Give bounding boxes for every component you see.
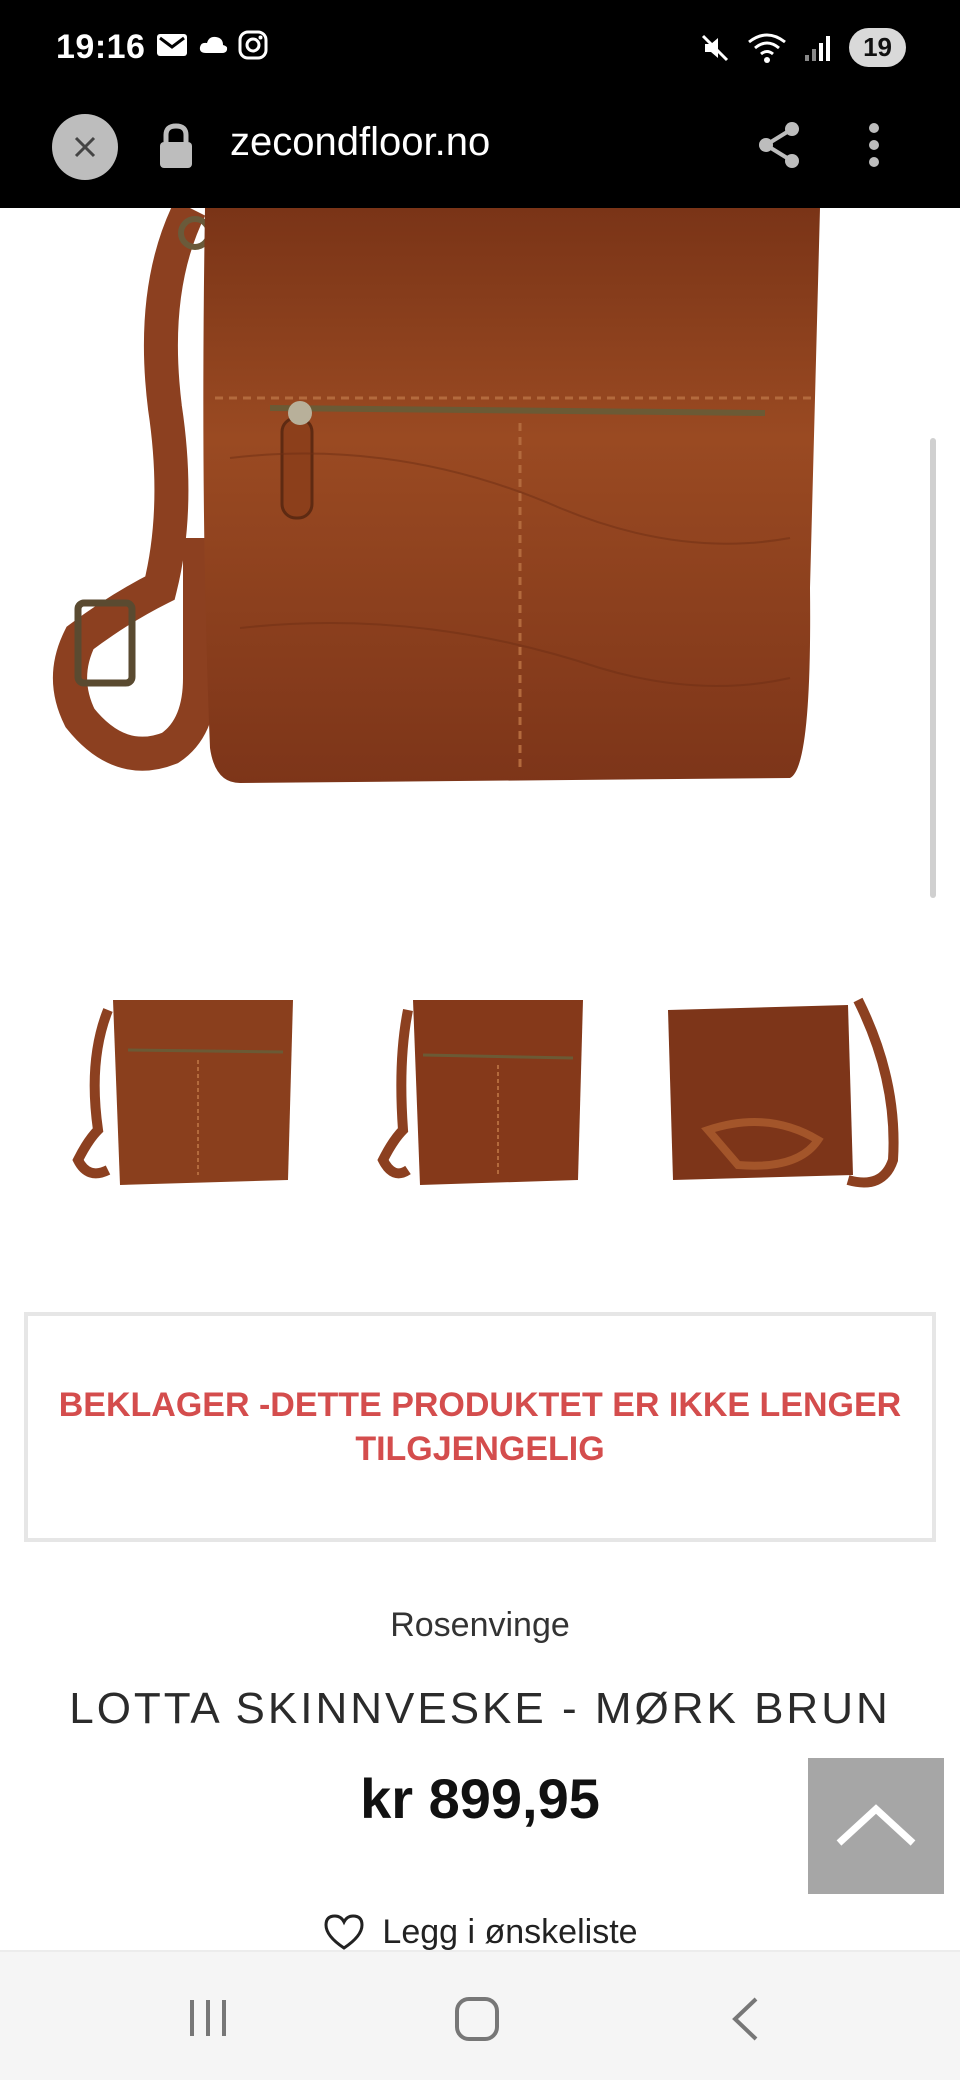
scrollbar[interactable] <box>930 438 936 898</box>
status-icons-right: 19 <box>699 28 906 67</box>
close-icon <box>74 136 96 158</box>
unavailable-notice-text: BEKLAGER -DETTE PRODUKTET ER IKKE LENGER… <box>58 1386 902 1468</box>
share-icon[interactable] <box>756 120 802 170</box>
battery-indicator: 19 <box>849 28 906 67</box>
thumbnail-bag-side <box>377 1000 583 1185</box>
cloud-icon <box>199 36 228 53</box>
more-options-icon[interactable] <box>862 120 886 170</box>
product-title: LOTTA SKINNVESKE - MØRK BRUN <box>69 1684 891 1733</box>
thumbnail-side[interactable] <box>348 980 608 1210</box>
heart-icon <box>324 1914 364 1950</box>
thumbnail-front[interactable] <box>48 980 308 1210</box>
unavailable-notice: BEKLAGER -DETTE PRODUKTET ER IKKE LENGER… <box>24 1312 936 1542</box>
back-icon[interactable] <box>730 1996 760 2042</box>
status-bar: 19:16 19 <box>0 0 960 100</box>
mail-icon <box>157 34 187 56</box>
wishlist-label: Legg i ønskeliste <box>382 1912 638 1951</box>
product-image-main[interactable] <box>0 208 960 928</box>
close-tab-button[interactable] <box>52 114 118 180</box>
thumbnail-bag-back <box>668 997 899 1188</box>
system-navigation-bar <box>0 1950 960 2080</box>
scroll-to-top-button[interactable] <box>808 1758 944 1894</box>
wifi-icon <box>748 33 786 63</box>
leather-bag-illustration <box>53 208 821 783</box>
thumbnail-back[interactable] <box>648 980 908 1210</box>
status-time: 19:16 <box>56 28 146 66</box>
browser-toolbar: zecondfloor.no <box>0 100 960 208</box>
product-brand[interactable]: Rosenvinge <box>0 1606 960 1645</box>
thumbnail-strip <box>0 980 960 1210</box>
home-icon[interactable] <box>454 1996 500 2042</box>
status-icons-left <box>156 30 268 60</box>
instagram-icon <box>238 30 268 60</box>
add-to-wishlist-button[interactable]: Legg i ønskeliste <box>0 1912 960 1952</box>
url-bar[interactable]: zecondfloor.no <box>230 120 490 165</box>
recent-apps-icon[interactable] <box>186 1996 230 2040</box>
lock-icon[interactable] <box>156 122 196 170</box>
signal-icon <box>805 35 831 61</box>
chevron-up-icon <box>836 1804 916 1846</box>
thumbnail-bag-front <box>72 1000 293 1185</box>
mute-icon <box>702 34 729 61</box>
